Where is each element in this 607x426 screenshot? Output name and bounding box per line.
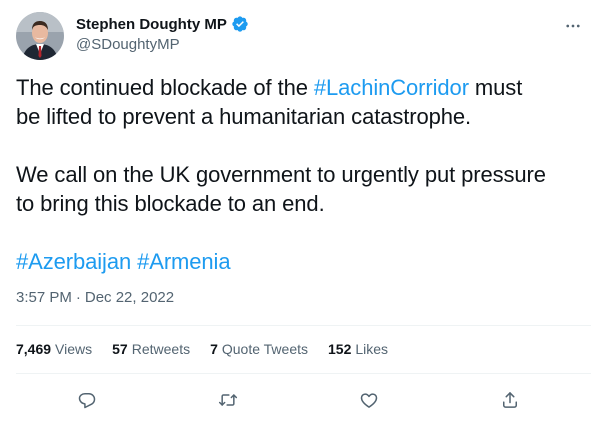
share-icon[interactable] <box>496 386 524 414</box>
tweet-header: Stephen Doughty MP @SDoughtyMP <box>16 12 591 60</box>
divider <box>16 325 591 326</box>
likes-count: 152 <box>328 341 352 357</box>
likes-stat[interactable]: 152 Likes <box>328 341 388 357</box>
tweet-text-segment: must <box>468 75 523 100</box>
quote-tweets-label: Quote Tweets <box>221 341 309 357</box>
quote-tweets-stat[interactable]: 7 Quote Tweets <box>210 341 308 357</box>
retweets-stat[interactable]: 57 Retweets <box>112 341 190 357</box>
avatar-image <box>16 12 64 60</box>
separator-dot: · <box>75 289 81 306</box>
tweet-timestamp: 3:57 PM · Dec 22, 2022 <box>16 289 174 306</box>
hashtag-link[interactable]: #LachinCorridor <box>314 75 469 100</box>
like-icon[interactable] <box>355 386 383 414</box>
tweet-line: be lifted to prevent a humanitarian cata… <box>16 104 472 129</box>
user-handle[interactable]: @SDoughtyMP <box>76 36 249 53</box>
tweet-text-segment: The continued blockade of the <box>16 75 314 100</box>
retweets-count: 57 <box>112 341 128 357</box>
tweet-line: We call on the UK government to urgently… <box>16 162 546 187</box>
views-label: Views <box>55 341 93 357</box>
display-name[interactable]: Stephen Doughty MP <box>76 16 227 33</box>
quote-tweets-count: 7 <box>210 341 218 357</box>
display-name-row: Stephen Doughty MP <box>76 14 249 34</box>
hashtag-link[interactable]: #Armenia <box>137 249 230 274</box>
tweet-actions <box>0 386 607 414</box>
tweet-hashtags: #Azerbaijan #Armenia <box>16 247 591 276</box>
tweet-stats: 7,469 Views 57 Retweets 7 Quote Tweets 152 L… <box>16 341 388 357</box>
verified-badge-icon <box>231 15 249 33</box>
retweets-label: Retweets <box>131 341 191 357</box>
views-count: 7,469 <box>16 341 52 357</box>
tweet-line: to bring this blockade to an end. <box>16 191 325 216</box>
retweet-icon[interactable] <box>214 386 242 414</box>
author-names: Stephen Doughty MP @SDoughtyMP <box>76 14 249 53</box>
divider <box>16 373 591 374</box>
tweet-date[interactable]: Dec 22, 2022 <box>85 289 174 306</box>
tweet-time[interactable]: 3:57 PM <box>16 289 72 306</box>
likes-label: Likes <box>355 341 389 357</box>
hashtag-link[interactable]: #Azerbaijan <box>16 249 131 274</box>
reply-icon[interactable] <box>73 386 101 414</box>
tweet-text: The continued blockade of the #LachinCor… <box>16 73 591 276</box>
tweet-card: Stephen Doughty MP @SDoughtyMP The conti… <box>0 0 607 426</box>
avatar[interactable] <box>16 12 64 60</box>
tweet-line: The continued blockade of the #LachinCor… <box>16 73 591 102</box>
more-options-icon[interactable] <box>563 16 583 36</box>
views-stat[interactable]: 7,469 Views <box>16 341 92 357</box>
